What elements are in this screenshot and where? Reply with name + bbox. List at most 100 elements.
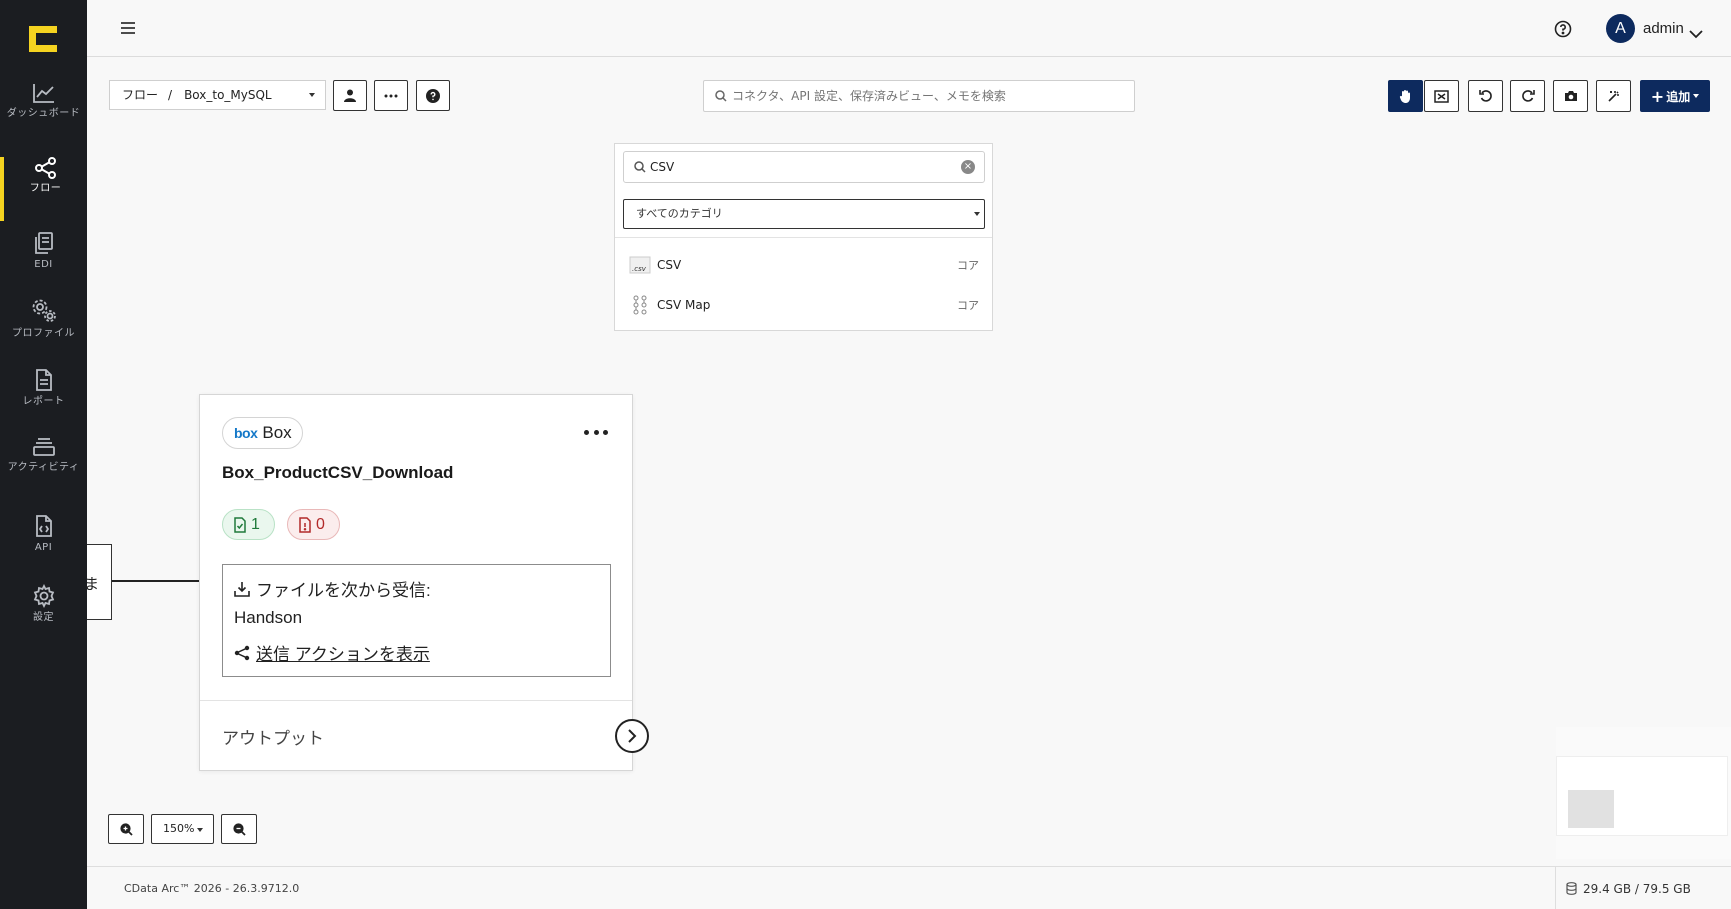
auto-arrange-button[interactable] xyxy=(1596,80,1631,112)
zoom-in-icon xyxy=(119,822,133,836)
flow-owner-button[interactable] xyxy=(333,80,367,111)
connector-type-chip: box Box xyxy=(222,417,303,449)
chevron-down-icon[interactable] xyxy=(1689,24,1703,43)
receive-source-line: Handson xyxy=(234,608,302,628)
sidebar-item-settings[interactable]: 設定 xyxy=(0,584,87,648)
search-input[interactable] xyxy=(732,81,1128,111)
sidebar-item-label: プロファイル xyxy=(12,328,75,339)
plus-icon: + xyxy=(1650,86,1665,106)
connector-category: コア xyxy=(957,259,979,272)
pan-mode-button[interactable] xyxy=(1388,80,1423,112)
flow-help-button[interactable] xyxy=(416,80,450,111)
caret-down-icon xyxy=(309,93,315,97)
box-logo: box xyxy=(234,425,258,441)
redo-icon xyxy=(1521,90,1535,102)
flow-breadcrumb-select[interactable]: フロー / Box_to_MySQL xyxy=(109,80,326,110)
connector-search-value[interactable]: CSV xyxy=(650,160,674,174)
share-nodes-icon xyxy=(34,157,56,179)
category-select-value: すべてのカテゴリ xyxy=(636,207,723,220)
svg-text:.csv: .csv xyxy=(632,265,647,273)
map-tree-icon xyxy=(629,295,651,315)
sidebar-item-api[interactable]: API xyxy=(0,514,87,578)
sidebar: ダッシュボード フロー EDI プロファイル レポート アクティビティ API … xyxy=(0,0,87,909)
help-icon[interactable] xyxy=(1554,20,1572,38)
select-area-icon xyxy=(1434,89,1449,103)
output-chevron-right-icon[interactable] xyxy=(615,719,649,753)
user-name[interactable]: admin xyxy=(1643,20,1684,37)
undo-button[interactable] xyxy=(1468,80,1503,112)
documents-icon xyxy=(34,232,53,254)
flow-node-partial[interactable]: ま xyxy=(84,544,112,620)
connector-search-input[interactable]: CSV × xyxy=(623,151,985,183)
select-mode-button[interactable] xyxy=(1424,80,1459,112)
sidebar-item-label: 設定 xyxy=(33,612,54,623)
database-icon xyxy=(1566,882,1577,895)
zoom-out-button[interactable] xyxy=(221,814,257,844)
receive-source: Handson xyxy=(234,608,303,627)
zoom-level-value: 150% xyxy=(163,822,195,835)
sidebar-item-dashboard[interactable]: ダッシュボード xyxy=(0,82,87,146)
canvas-minimap[interactable] xyxy=(1556,727,1731,859)
receive-label: ファイルを次から受信: xyxy=(256,581,431,600)
caret-down-icon xyxy=(197,828,203,832)
error-count: 0 xyxy=(316,515,325,533)
caret-down-icon xyxy=(974,212,980,216)
breadcrumb-separator: / xyxy=(168,88,173,102)
breadcrumb-root[interactable]: フロー xyxy=(122,88,158,102)
send-actions-text[interactable]: 送信 アクションを表示 xyxy=(256,640,430,665)
footer: CData Arc™ 2026 - 26.3.9712.0 29.4 GB / … xyxy=(87,866,1731,909)
connector-category: コア xyxy=(957,299,979,312)
csv-file-icon: .csv xyxy=(629,255,651,275)
connector-item-csv-map[interactable]: CSV Map コア xyxy=(629,293,979,317)
clear-search-icon[interactable]: × xyxy=(961,160,975,174)
file-code-icon xyxy=(35,515,52,537)
caret-down-icon xyxy=(1693,94,1700,98)
add-button[interactable]: + 追加 xyxy=(1640,80,1710,112)
connector-item-csv[interactable]: .csv CSV コア xyxy=(629,253,979,277)
connector-picker-panel: CSV × すべてのカテゴリ .csv CSV コア CSV Map コア xyxy=(614,143,993,331)
sidebar-item-label: API xyxy=(34,542,53,553)
more-options-button[interactable] xyxy=(374,80,408,111)
connector-type-label: Box xyxy=(262,423,292,442)
share-nodes-icon xyxy=(234,645,250,660)
magic-wand-icon xyxy=(1607,91,1619,102)
send-actions-link[interactable]: 送信 アクションを表示 xyxy=(234,640,430,665)
card-menu-icon[interactable] xyxy=(584,425,608,439)
divider xyxy=(615,237,992,238)
divider xyxy=(200,700,632,701)
output-label: アウトプット xyxy=(222,729,324,748)
zoom-level-select[interactable]: 150% xyxy=(151,814,214,844)
search-icon xyxy=(634,161,646,173)
connector-title: Box_ProductCSV_Download xyxy=(222,463,454,482)
category-select[interactable]: すべてのカテゴリ xyxy=(623,199,985,229)
minimap-viewport[interactable] xyxy=(1568,790,1614,828)
hamburger-menu-icon[interactable] xyxy=(119,19,137,37)
redo-button[interactable] xyxy=(1510,80,1545,112)
connector-card-box[interactable]: box Box Box_ProductCSV_Download 1 0 ファイル… xyxy=(199,394,633,771)
success-count-badge[interactable]: 1 xyxy=(222,509,275,540)
top-header: A admin xyxy=(87,0,1731,57)
add-button-label: 追加 xyxy=(1666,89,1691,104)
error-count-badge[interactable]: 0 xyxy=(287,509,340,540)
storage-text: 29.4 GB / 79.5 GB xyxy=(1583,881,1691,896)
sidebar-item-flow[interactable]: フロー xyxy=(0,157,87,221)
sidebar-item-edi[interactable]: EDI xyxy=(0,231,87,295)
sidebar-item-activity[interactable]: アクティビティ xyxy=(0,436,87,500)
sidebar-item-label: フロー xyxy=(29,183,62,194)
snapshot-button[interactable] xyxy=(1553,80,1588,112)
zoom-in-button[interactable] xyxy=(108,814,144,844)
search-icon xyxy=(715,90,727,102)
download-icon xyxy=(234,581,250,597)
file-text-icon xyxy=(35,369,52,391)
avatar[interactable]: A xyxy=(1606,14,1635,43)
cdata-logo[interactable] xyxy=(29,26,57,52)
sidebar-item-report[interactable]: レポート xyxy=(0,368,87,432)
user-icon xyxy=(344,89,356,102)
sidebar-item-profile[interactable]: プロファイル xyxy=(0,298,87,362)
layers-icon xyxy=(32,438,55,456)
connector-name: CSV Map xyxy=(657,298,711,312)
gears-icon xyxy=(32,299,56,322)
question-circle-icon xyxy=(426,88,440,103)
global-search[interactable] xyxy=(703,80,1135,112)
gear-icon xyxy=(33,584,54,608)
